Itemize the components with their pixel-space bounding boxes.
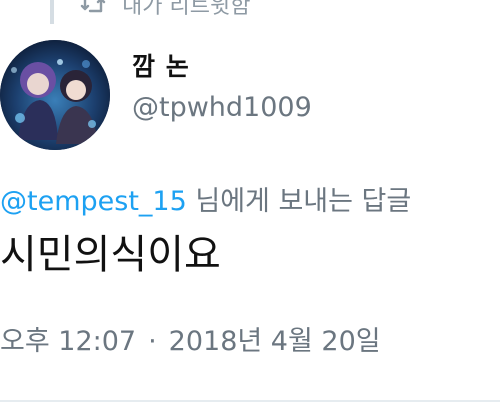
retweet-icon bbox=[80, 0, 106, 15]
timestamp-date: 2018년 4월 20일 bbox=[168, 326, 381, 357]
tweet-timestamp: 오후 12:07 · 2018년 4월 20일 bbox=[0, 322, 381, 362]
reply-suffix: 님에게 보내는 답글 bbox=[186, 186, 412, 217]
user-handle[interactable]: @tpwhd1009 bbox=[132, 88, 312, 128]
divider bbox=[0, 400, 500, 402]
avatar[interactable] bbox=[0, 40, 110, 150]
retweet-label: 내가 리트윗함 bbox=[122, 0, 251, 19]
reply-mention-link[interactable]: @tempest_15 bbox=[0, 186, 187, 217]
retweet-header: 내가 리트윗함 bbox=[80, 0, 251, 19]
timestamp-separator: · bbox=[148, 326, 157, 357]
display-name[interactable]: 깜 논 bbox=[132, 50, 312, 84]
timestamp-time: 오후 12:07 bbox=[0, 326, 137, 357]
reply-context: @tempest_15 님에게 보내는 답글 bbox=[0, 184, 411, 220]
tweet-text: 시민의식이요 bbox=[0, 232, 221, 278]
thread-line bbox=[50, 0, 54, 24]
author-info: 깜 논 @tpwhd1009 bbox=[132, 50, 312, 128]
tweet-detail: 내가 리트윗함 깜 논 @tpwhd1009 @tempest_15 님에게 보… bbox=[0, 0, 500, 418]
